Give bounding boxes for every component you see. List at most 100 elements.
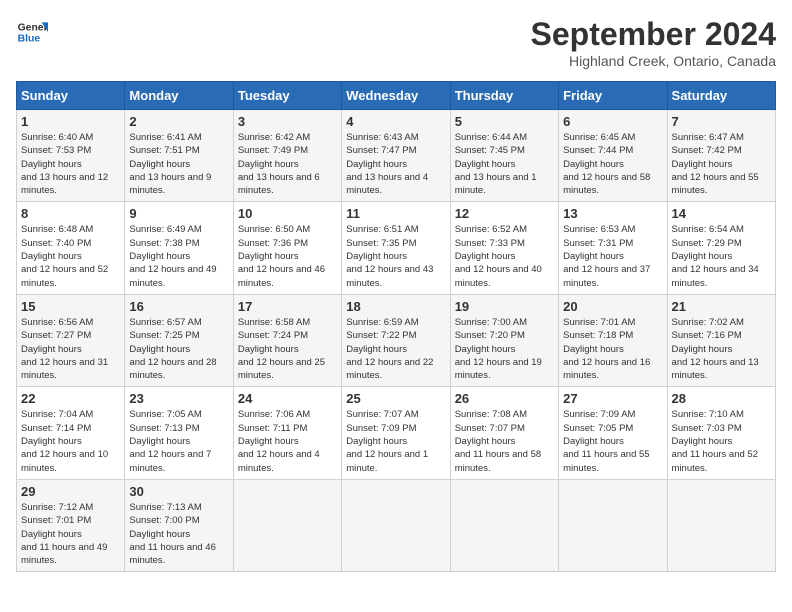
calendar-cell: 15 Sunrise: 6:56 AM Sunset: 7:27 PM Dayl… (17, 294, 125, 386)
calendar-cell (559, 479, 667, 571)
day-info: Sunrise: 6:54 AM Sunset: 7:29 PM Dayligh… (672, 223, 771, 289)
calendar-cell: 26 Sunrise: 7:08 AM Sunset: 7:07 PM Dayl… (450, 387, 558, 479)
col-monday: Monday (125, 82, 233, 110)
col-saturday: Saturday (667, 82, 775, 110)
day-info: Sunrise: 7:13 AM Sunset: 7:00 PM Dayligh… (129, 501, 228, 567)
page-header: General Blue September 2024 Highland Cre… (16, 16, 776, 69)
day-info: Sunrise: 6:43 AM Sunset: 7:47 PM Dayligh… (346, 131, 445, 197)
day-number: 30 (129, 484, 228, 499)
location-title: Highland Creek, Ontario, Canada (531, 53, 776, 69)
calendar-cell: 23 Sunrise: 7:05 AM Sunset: 7:13 PM Dayl… (125, 387, 233, 479)
day-info: Sunrise: 6:56 AM Sunset: 7:27 PM Dayligh… (21, 316, 120, 382)
calendar-cell: 24 Sunrise: 7:06 AM Sunset: 7:11 PM Dayl… (233, 387, 341, 479)
calendar-week-row: 29 Sunrise: 7:12 AM Sunset: 7:01 PM Dayl… (17, 479, 776, 571)
day-number: 23 (129, 391, 228, 406)
calendar-week-row: 22 Sunrise: 7:04 AM Sunset: 7:14 PM Dayl… (17, 387, 776, 479)
logo: General Blue (16, 16, 48, 48)
day-info: Sunrise: 7:01 AM Sunset: 7:18 PM Dayligh… (563, 316, 662, 382)
col-sunday: Sunday (17, 82, 125, 110)
day-number: 6 (563, 114, 662, 129)
calendar-week-row: 8 Sunrise: 6:48 AM Sunset: 7:40 PM Dayli… (17, 202, 776, 294)
calendar-cell: 14 Sunrise: 6:54 AM Sunset: 7:29 PM Dayl… (667, 202, 775, 294)
day-number: 5 (455, 114, 554, 129)
day-info: Sunrise: 6:49 AM Sunset: 7:38 PM Dayligh… (129, 223, 228, 289)
day-info: Sunrise: 7:07 AM Sunset: 7:09 PM Dayligh… (346, 408, 445, 474)
day-info: Sunrise: 6:52 AM Sunset: 7:33 PM Dayligh… (455, 223, 554, 289)
col-tuesday: Tuesday (233, 82, 341, 110)
calendar-cell: 21 Sunrise: 7:02 AM Sunset: 7:16 PM Dayl… (667, 294, 775, 386)
title-area: September 2024 Highland Creek, Ontario, … (531, 16, 776, 69)
day-number: 21 (672, 299, 771, 314)
calendar-cell: 5 Sunrise: 6:44 AM Sunset: 7:45 PM Dayli… (450, 110, 558, 202)
calendar-cell: 25 Sunrise: 7:07 AM Sunset: 7:09 PM Dayl… (342, 387, 450, 479)
day-info: Sunrise: 6:59 AM Sunset: 7:22 PM Dayligh… (346, 316, 445, 382)
day-info: Sunrise: 7:02 AM Sunset: 7:16 PM Dayligh… (672, 316, 771, 382)
day-info: Sunrise: 7:12 AM Sunset: 7:01 PM Dayligh… (21, 501, 120, 567)
day-number: 10 (238, 206, 337, 221)
day-number: 14 (672, 206, 771, 221)
day-number: 27 (563, 391, 662, 406)
calendar-cell: 30 Sunrise: 7:13 AM Sunset: 7:00 PM Dayl… (125, 479, 233, 571)
day-number: 22 (21, 391, 120, 406)
day-number: 12 (455, 206, 554, 221)
calendar-cell: 4 Sunrise: 6:43 AM Sunset: 7:47 PM Dayli… (342, 110, 450, 202)
day-info: Sunrise: 7:06 AM Sunset: 7:11 PM Dayligh… (238, 408, 337, 474)
calendar-week-row: 15 Sunrise: 6:56 AM Sunset: 7:27 PM Dayl… (17, 294, 776, 386)
col-friday: Friday (559, 82, 667, 110)
day-number: 9 (129, 206, 228, 221)
calendar-cell: 12 Sunrise: 6:52 AM Sunset: 7:33 PM Dayl… (450, 202, 558, 294)
day-info: Sunrise: 7:08 AM Sunset: 7:07 PM Dayligh… (455, 408, 554, 474)
svg-text:Blue: Blue (18, 34, 41, 45)
day-number: 16 (129, 299, 228, 314)
day-number: 7 (672, 114, 771, 129)
day-info: Sunrise: 7:04 AM Sunset: 7:14 PM Dayligh… (21, 408, 120, 474)
day-number: 3 (238, 114, 337, 129)
col-thursday: Thursday (450, 82, 558, 110)
day-number: 17 (238, 299, 337, 314)
day-info: Sunrise: 7:10 AM Sunset: 7:03 PM Dayligh… (672, 408, 771, 474)
day-info: Sunrise: 6:42 AM Sunset: 7:49 PM Dayligh… (238, 131, 337, 197)
calendar-cell: 29 Sunrise: 7:12 AM Sunset: 7:01 PM Dayl… (17, 479, 125, 571)
col-wednesday: Wednesday (342, 82, 450, 110)
day-info: Sunrise: 7:09 AM Sunset: 7:05 PM Dayligh… (563, 408, 662, 474)
calendar-cell: 20 Sunrise: 7:01 AM Sunset: 7:18 PM Dayl… (559, 294, 667, 386)
day-info: Sunrise: 6:57 AM Sunset: 7:25 PM Dayligh… (129, 316, 228, 382)
calendar-cell: 9 Sunrise: 6:49 AM Sunset: 7:38 PM Dayli… (125, 202, 233, 294)
calendar-cell: 17 Sunrise: 6:58 AM Sunset: 7:24 PM Dayl… (233, 294, 341, 386)
calendar-cell (342, 479, 450, 571)
day-info: Sunrise: 6:58 AM Sunset: 7:24 PM Dayligh… (238, 316, 337, 382)
calendar-cell (667, 479, 775, 571)
day-info: Sunrise: 6:53 AM Sunset: 7:31 PM Dayligh… (563, 223, 662, 289)
day-number: 15 (21, 299, 120, 314)
calendar-cell: 3 Sunrise: 6:42 AM Sunset: 7:49 PM Dayli… (233, 110, 341, 202)
day-number: 2 (129, 114, 228, 129)
calendar-cell: 13 Sunrise: 6:53 AM Sunset: 7:31 PM Dayl… (559, 202, 667, 294)
day-info: Sunrise: 6:40 AM Sunset: 7:53 PM Dayligh… (21, 131, 120, 197)
day-info: Sunrise: 7:05 AM Sunset: 7:13 PM Dayligh… (129, 408, 228, 474)
day-number: 11 (346, 206, 445, 221)
calendar-cell: 22 Sunrise: 7:04 AM Sunset: 7:14 PM Dayl… (17, 387, 125, 479)
calendar-cell: 27 Sunrise: 7:09 AM Sunset: 7:05 PM Dayl… (559, 387, 667, 479)
day-info: Sunrise: 6:51 AM Sunset: 7:35 PM Dayligh… (346, 223, 445, 289)
calendar-cell (450, 479, 558, 571)
day-number: 25 (346, 391, 445, 406)
calendar-cell: 18 Sunrise: 6:59 AM Sunset: 7:22 PM Dayl… (342, 294, 450, 386)
day-number: 8 (21, 206, 120, 221)
day-number: 29 (21, 484, 120, 499)
calendar-cell: 2 Sunrise: 6:41 AM Sunset: 7:51 PM Dayli… (125, 110, 233, 202)
calendar-cell (233, 479, 341, 571)
calendar-cell: 6 Sunrise: 6:45 AM Sunset: 7:44 PM Dayli… (559, 110, 667, 202)
day-number: 26 (455, 391, 554, 406)
day-number: 24 (238, 391, 337, 406)
calendar-cell: 28 Sunrise: 7:10 AM Sunset: 7:03 PM Dayl… (667, 387, 775, 479)
calendar-cell: 19 Sunrise: 7:00 AM Sunset: 7:20 PM Dayl… (450, 294, 558, 386)
day-info: Sunrise: 6:50 AM Sunset: 7:36 PM Dayligh… (238, 223, 337, 289)
day-info: Sunrise: 6:47 AM Sunset: 7:42 PM Dayligh… (672, 131, 771, 197)
calendar-table: Sunday Monday Tuesday Wednesday Thursday… (16, 81, 776, 572)
day-info: Sunrise: 6:45 AM Sunset: 7:44 PM Dayligh… (563, 131, 662, 197)
calendar-week-row: 1 Sunrise: 6:40 AM Sunset: 7:53 PM Dayli… (17, 110, 776, 202)
day-number: 28 (672, 391, 771, 406)
calendar-cell: 11 Sunrise: 6:51 AM Sunset: 7:35 PM Dayl… (342, 202, 450, 294)
calendar-cell: 16 Sunrise: 6:57 AM Sunset: 7:25 PM Dayl… (125, 294, 233, 386)
day-number: 1 (21, 114, 120, 129)
